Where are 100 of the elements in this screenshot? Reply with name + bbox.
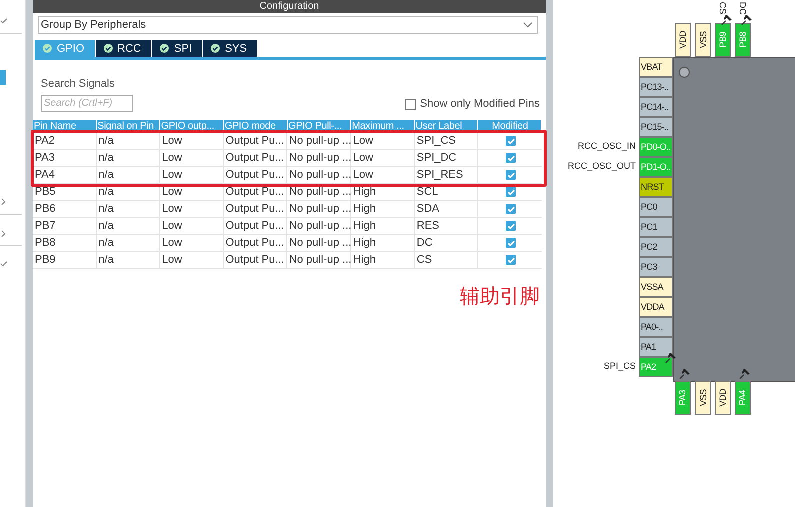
table-cell: n/a — [96, 218, 160, 234]
panel-title: Configuration — [260, 1, 320, 12]
table-cell: PB5 — [33, 184, 97, 200]
table-cell: PB8 — [33, 235, 97, 251]
tab[interactable]: SPI — [152, 40, 202, 57]
chip-pin[interactable]: NRST — [639, 177, 673, 197]
table-cell: DC — [414, 235, 478, 251]
table-cell: PA4 — [33, 167, 97, 183]
pin-label: RCC_OSC_IN — [578, 141, 636, 151]
chip-pin[interactable]: PC14-.. — [639, 97, 673, 117]
table-cell: SPI_DC — [414, 150, 478, 166]
modified-checkbox[interactable] — [506, 187, 516, 197]
table-cell: SPI_CS — [414, 133, 478, 149]
table-cell: High — [351, 252, 415, 268]
modified-checkbox[interactable] — [506, 255, 516, 265]
table-cell: No pull-up ... — [287, 252, 352, 268]
table-cell: No pull-up ... — [287, 218, 352, 234]
table-cell: Low — [160, 218, 224, 234]
pin-label: SPI_CS — [604, 361, 636, 371]
pin-label: DC — [738, 2, 748, 12]
table-cell: n/a — [96, 150, 160, 166]
chip-pin[interactable]: VDD — [675, 23, 691, 57]
search-label: Search Signals — [41, 78, 116, 90]
chip-pin[interactable]: PC13-.. — [639, 77, 673, 97]
table-cell: No pull-up ... — [287, 167, 352, 183]
tab[interactable]: SYS — [203, 40, 258, 57]
table-cell: Output Pu... — [224, 235, 288, 251]
table-cell: Low — [160, 201, 224, 217]
caret-icon — [523, 22, 533, 28]
chip-pin[interactable]: VDD — [715, 381, 731, 415]
table-cell: n/a — [96, 235, 160, 251]
table-cell: Low — [160, 252, 224, 268]
chip-pin[interactable]: PC0 — [639, 197, 673, 217]
table-cell: No pull-up ... — [287, 235, 352, 251]
table-cell: Low — [160, 184, 224, 200]
splitter-bar[interactable] — [26, 0, 33, 507]
table-cell: PA2 — [33, 133, 97, 149]
pin-one-dot — [679, 67, 690, 78]
check-circle-icon — [211, 44, 220, 53]
scrollbar[interactable] — [546, 0, 553, 507]
table-cell: High — [351, 201, 415, 217]
table-cell: No pull-up ... — [287, 184, 352, 200]
table-cell: No pull-up ... — [287, 201, 352, 217]
chip-pin[interactable]: PC15-.. — [639, 117, 673, 137]
table-cell: Output Pu... — [224, 167, 288, 183]
modified-checkbox[interactable] — [506, 204, 516, 214]
table-cell: Output Pu... — [224, 150, 288, 166]
chip-pin[interactable]: PA1 — [639, 337, 673, 357]
table-cell: Low — [160, 150, 224, 166]
table-cell: PB7 — [33, 218, 97, 234]
table-cell: Low — [351, 150, 415, 166]
pin-label: CS — [718, 2, 728, 12]
chip-pin[interactable]: PA0-.. — [639, 317, 673, 337]
selection-marker — [0, 70, 6, 85]
table-cell: PA3 — [33, 150, 97, 166]
table-cell: RES — [414, 218, 478, 234]
table-cell: Output Pu... — [224, 133, 288, 149]
chip-pin[interactable]: PC2 — [639, 237, 673, 257]
table-cell: n/a — [96, 167, 160, 183]
pin-label: RCC_OSC_OUT — [568, 161, 636, 171]
modified-checkbox[interactable] — [506, 136, 516, 146]
table-cell: Low — [351, 167, 415, 183]
table-cell: PB9 — [33, 252, 97, 268]
modified-checkbox[interactable] — [506, 170, 516, 180]
table-cell: CS — [414, 252, 478, 268]
table-cell: Low — [160, 235, 224, 251]
table-cell: Low — [160, 133, 224, 149]
modified-checkbox[interactable] — [506, 238, 516, 248]
table-cell: Low — [351, 133, 415, 149]
modified-checkbox[interactable] — [506, 221, 516, 231]
table-cell: Output Pu... — [224, 218, 288, 234]
chip-pin[interactable]: PC1 — [639, 217, 673, 237]
table-cell: Output Pu... — [224, 201, 288, 217]
table-cell: PB6 — [33, 201, 97, 217]
table-cell: n/a — [96, 184, 160, 200]
table-cell: n/a — [96, 133, 160, 149]
table-cell: Output Pu... — [224, 252, 288, 268]
chip-pin[interactable]: VBAT — [639, 57, 673, 77]
table-cell: High — [351, 184, 415, 200]
chip-pin[interactable]: VSS — [695, 381, 711, 415]
group-by-dropdown[interactable]: Group By Peripherals — [38, 16, 538, 34]
table-cell: n/a — [96, 201, 160, 217]
table-cell: No pull-up ... — [287, 133, 352, 149]
tab[interactable]: RCC — [96, 40, 152, 57]
chip-pin[interactable]: VSS — [695, 23, 711, 57]
chip-pin[interactable]: VSSA — [639, 277, 673, 297]
check-circle-icon — [43, 44, 52, 53]
search-field[interactable]: Search (Crtl+F) — [41, 95, 133, 112]
table-cell: SPI_RES — [414, 167, 478, 183]
modified-checkbox[interactable] — [506, 153, 516, 163]
table-cell: Low — [160, 167, 224, 183]
table-cell: High — [351, 218, 415, 234]
check-circle-icon — [104, 44, 113, 53]
show-modified-checkbox[interactable]: Show only Modified Pins — [405, 98, 540, 110]
table-cell: SDA — [414, 201, 478, 217]
chip-pin[interactable]: PC3 — [639, 257, 673, 277]
check-circle-icon — [160, 44, 170, 53]
chip-pin[interactable]: VDDA — [639, 297, 673, 317]
table-cell: SCL — [414, 184, 478, 200]
annotation-text: 辅助引脚 — [460, 285, 540, 310]
